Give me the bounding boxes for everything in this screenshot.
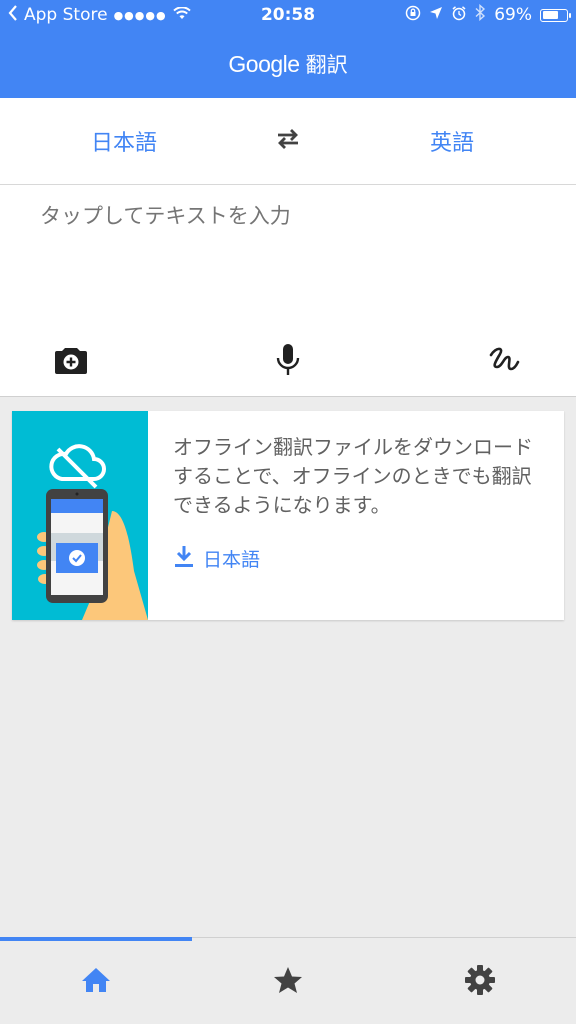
- offline-download-card: オフライン翻訳ファイルをダウンロードすることで、オフラインのときでも翻訳できるよ…: [12, 411, 564, 620]
- target-language-button[interactable]: 英語: [328, 125, 576, 157]
- bottom-navigation: [0, 937, 576, 1024]
- wifi-icon: [172, 5, 191, 25]
- handwriting-icon: [488, 345, 520, 379]
- alarm-icon: [451, 5, 467, 26]
- swap-languages-button[interactable]: [248, 128, 328, 154]
- battery-level: [542, 11, 559, 19]
- rotation-lock-icon: [405, 5, 421, 26]
- text-input[interactable]: [38, 203, 538, 229]
- battery-icon: [540, 8, 571, 22]
- star-icon: [273, 966, 303, 998]
- home-icon: [81, 967, 111, 997]
- app-header: Google 翻訳: [0, 30, 576, 98]
- back-chevron-icon[interactable]: [8, 5, 18, 25]
- status-left: App Store ●●●●●: [8, 5, 228, 25]
- signal-icon: ●●●●●: [113, 8, 167, 22]
- language-selector: 日本語 英語: [0, 98, 576, 185]
- nav-saved[interactable]: [192, 938, 384, 1024]
- gear-icon: [464, 964, 496, 1000]
- camera-icon: [54, 345, 88, 379]
- card-content: オフライン翻訳ファイルをダウンロードすることで、オフラインのときでも翻訳できるよ…: [148, 411, 564, 620]
- download-language-label: 日本語: [203, 549, 261, 571]
- text-input-area: [0, 185, 576, 397]
- input-tools: [0, 342, 576, 382]
- phone-illustration-icon: [37, 444, 148, 620]
- header-title: 翻訳: [305, 53, 348, 77]
- app-screen: App Store ●●●●● 20:58 69% Google 翻訳 日本語 …: [0, 0, 576, 1024]
- status-time: 20:58: [260, 5, 316, 25]
- nav-settings[interactable]: [384, 938, 576, 1024]
- download-icon: [173, 544, 195, 573]
- swap-arrows-icon: [274, 128, 302, 154]
- source-language-button[interactable]: 日本語: [0, 125, 248, 157]
- offline-illustration: [12, 411, 148, 620]
- handwriting-button[interactable]: [484, 342, 524, 382]
- voice-input-button[interactable]: [268, 342, 308, 382]
- back-app-label[interactable]: App Store: [24, 5, 108, 25]
- camera-button[interactable]: [51, 342, 91, 382]
- status-right: 69%: [348, 3, 571, 26]
- status-bar: App Store ●●●●● 20:58 69%: [0, 0, 576, 30]
- microphone-icon: [275, 343, 301, 381]
- nav-home[interactable]: [0, 938, 192, 1024]
- location-icon: [429, 5, 443, 25]
- download-language-button[interactable]: 日本語: [173, 544, 544, 573]
- google-brand: Google: [228, 50, 300, 77]
- bluetooth-icon: [475, 3, 486, 26]
- offline-description: オフライン翻訳ファイルをダウンロードすることで、オフラインのときでも翻訳できるよ…: [173, 435, 533, 517]
- battery-percent: 69%: [494, 5, 532, 25]
